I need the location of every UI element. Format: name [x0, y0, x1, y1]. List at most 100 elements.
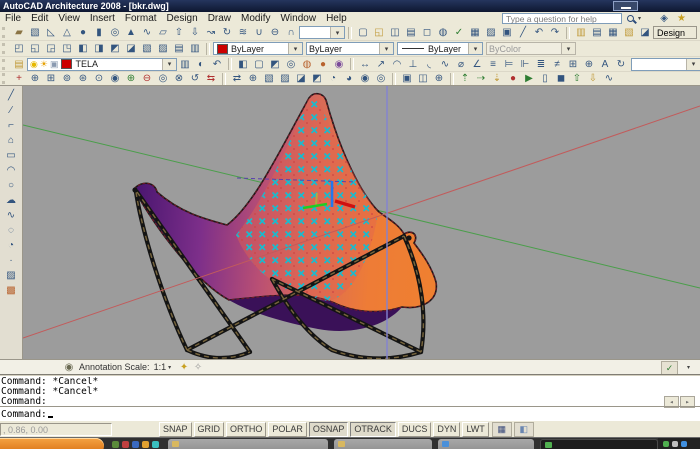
wedge-icon[interactable]: ◺	[43, 26, 59, 40]
dim-diameter-icon[interactable]: ⌀	[453, 57, 469, 71]
dim-update-icon[interactable]: ↻	[613, 57, 629, 71]
layer-unisolate-icon[interactable]: ◲	[43, 42, 59, 56]
quickcalc-icon[interactable]: ▦	[467, 26, 483, 40]
layer-lock-icon[interactable]: ◩	[107, 42, 123, 56]
dim-aligned-icon[interactable]: ↗	[373, 57, 389, 71]
center-mark-icon[interactable]: ⊕	[581, 57, 597, 71]
zoom-dynamic-icon[interactable]: ⊚	[59, 72, 75, 85]
minimize-button[interactable]	[613, 1, 638, 11]
open-icon[interactable]: ◱	[371, 26, 387, 40]
dim-text-edit-icon[interactable]: A	[597, 57, 613, 71]
torus-icon[interactable]: ◎	[107, 26, 123, 40]
ellipse-arc-icon[interactable]: ◔	[3, 238, 20, 253]
sweep-icon[interactable]: ↝	[203, 26, 219, 40]
construction-line-icon[interactable]: ∕	[3, 103, 20, 118]
combo-arrow-icon[interactable]	[686, 58, 700, 70]
3d-pan-icon[interactable]: ⇄	[229, 72, 245, 85]
publish-icon[interactable]: ◍	[435, 26, 451, 40]
point-icon[interactable]: ·	[3, 253, 20, 268]
plot-icon[interactable]: ▤	[403, 26, 419, 40]
line-icon[interactable]: ╱	[3, 88, 20, 103]
layer-properties-manager-icon[interactable]: ▤	[11, 57, 27, 71]
copy-clip-icon[interactable]: ▣	[499, 26, 515, 40]
orbit-settings-icon[interactable]: ◎	[373, 72, 389, 85]
tolerance-icon[interactable]: ⊞	[565, 57, 581, 71]
planar-surface-icon[interactable]: ▱	[155, 26, 171, 40]
3d-zoom-icon[interactable]: ⊕	[245, 72, 261, 85]
coordinates-readout[interactable]: , 0.86, 0.00	[0, 422, 112, 436]
quick-dimension-icon[interactable]: ≡	[485, 57, 501, 71]
animation-pause-icon[interactable]: ▯	[537, 72, 553, 85]
taskbar-icon[interactable]	[142, 440, 149, 448]
named-views-icon[interactable]: ◧	[235, 57, 251, 71]
visual-style-conceptual-icon[interactable]: ◍	[299, 57, 315, 71]
animation-save-icon[interactable]: ◼	[553, 72, 569, 85]
fly-icon[interactable]: ⇢	[473, 72, 489, 85]
toggle-snap[interactable]: SNAP	[159, 421, 192, 437]
annotation-scale-value[interactable]: 1:1	[154, 362, 167, 372]
toggle-otrack[interactable]: OTRACK	[350, 421, 396, 437]
taskbar-icon[interactable]	[672, 441, 678, 447]
animation-record-icon[interactable]: ●	[505, 72, 521, 85]
tool-palettes-icon[interactable]: ▥	[573, 26, 589, 40]
swivel-icon[interactable]: ◪	[293, 72, 309, 85]
ellipse-icon[interactable]: ◌	[3, 223, 20, 238]
helix-icon[interactable]: ∿	[139, 26, 155, 40]
arc-icon[interactable]: ◠	[3, 163, 20, 178]
taskbar-icon[interactable]	[681, 441, 687, 447]
taskbar-icon[interactable]	[122, 440, 129, 448]
make-object-layer-current-icon[interactable]: ◰	[11, 42, 27, 56]
zoom-out-icon[interactable]: ⊖	[139, 72, 155, 85]
trusted-dwg-icon[interactable]: ✓	[661, 361, 678, 375]
undo-icon[interactable]: ↶	[531, 26, 547, 40]
dim-break-icon[interactable]: ≠	[549, 57, 565, 71]
command-input-line[interactable]: Command:	[0, 406, 700, 420]
content-browser-icon[interactable]: ◪	[637, 26, 653, 40]
menu-format[interactable]: Format	[120, 12, 162, 25]
constrained-orbit-icon[interactable]: ◔	[325, 72, 341, 85]
change-to-current-layer-icon[interactable]: ▨	[155, 42, 171, 56]
animation-play-icon[interactable]: ▶	[521, 72, 537, 85]
menu-draw[interactable]: Draw	[203, 12, 236, 25]
zoom-scale-icon[interactable]: ⊛	[75, 72, 91, 85]
toggle-lwt[interactable]: LWT	[462, 421, 489, 437]
dim-ordinate-icon[interactable]: ⊥	[405, 57, 421, 71]
dim-space-icon[interactable]: ≣	[533, 57, 549, 71]
walk-back-icon[interactable]: ⇩	[585, 72, 601, 85]
menu-edit[interactable]: Edit	[26, 12, 53, 25]
render-icon[interactable]: ◉	[331, 57, 347, 71]
revolve-icon[interactable]: ↻	[219, 26, 235, 40]
model-space-icon[interactable]: ▦	[491, 421, 512, 437]
zoom-all-icon[interactable]: ◎	[155, 72, 171, 85]
drawing-status-menu-icon[interactable]	[687, 364, 690, 371]
zoom-extents-icon[interactable]: ⊗	[171, 72, 187, 85]
zoom-in-icon[interactable]: ⊕	[123, 72, 139, 85]
viewport-3d[interactable]	[23, 86, 700, 359]
show-target-icon[interactable]: ⊕	[431, 72, 447, 85]
menu-window[interactable]: Window	[275, 12, 321, 25]
erase-icon[interactable]: ╱	[515, 26, 531, 40]
adjust-distance-icon[interactable]: ◩	[309, 72, 325, 85]
task-button[interactable]	[334, 439, 432, 449]
polysolid-icon[interactable]: ▰	[11, 26, 27, 40]
annotation-scale-dropdown-icon[interactable]	[168, 364, 171, 371]
layer-match-icon[interactable]: ▧	[139, 42, 155, 56]
design-pulldown-button[interactable]: Design	[653, 26, 697, 39]
layer-unlock-state-icon[interactable]: ▣	[50, 59, 59, 70]
layer-on-icon[interactable]: ◨	[91, 42, 107, 56]
presspull-icon[interactable]: ⇩	[187, 26, 203, 40]
dim-radius-icon[interactable]: ◟	[421, 57, 437, 71]
layout-space-icon[interactable]: ◧	[513, 421, 534, 437]
dim-style-combo[interactable]	[631, 57, 700, 71]
command-window[interactable]: Command: *Cancel* Command: *Cancel* Comman…	[0, 374, 700, 420]
task-button[interactable]	[438, 439, 534, 449]
cone-icon[interactable]: △	[59, 26, 75, 40]
taskbar-icon[interactable]	[132, 440, 139, 448]
help-question-input[interactable]: Type a question for help	[502, 13, 622, 24]
favorites-star-icon[interactable]: ★	[677, 12, 686, 25]
lineweight-control-combo[interactable]: ByLayer	[397, 42, 483, 55]
annotation-sync-icon[interactable]: ✧	[191, 360, 205, 374]
delete-layer-icon[interactable]: ▥	[187, 42, 203, 56]
toggle-osnap[interactable]: OSNAP	[308, 421, 349, 437]
task-button[interactable]	[168, 439, 328, 449]
